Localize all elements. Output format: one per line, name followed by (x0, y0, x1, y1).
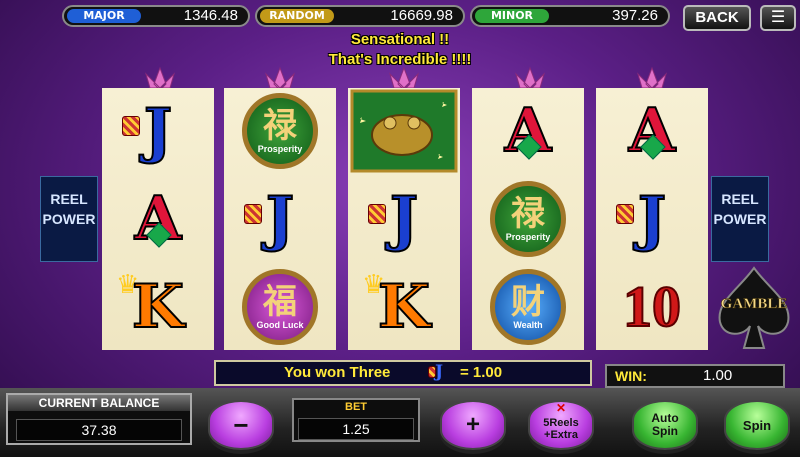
j-symbol-icon: J (428, 362, 446, 382)
medal-caption: Prosperity (257, 143, 303, 154)
good-luck-medal-icon: 福 Good Luck (242, 269, 318, 345)
crown-icon: ♛ (116, 270, 140, 300)
jackpot-major: MAJOR 1346.48 (62, 5, 250, 27)
reel-power-line1: REEL (50, 191, 88, 207)
win-line-message: You won Three J = 1.00 (214, 360, 592, 386)
back-button[interactable]: BACK (683, 5, 751, 31)
win-line-symbol: J (435, 362, 444, 382)
symbol-j: J (102, 88, 214, 174)
reel-4: A 禄 Prosperity 财 Wealth (472, 88, 584, 350)
auto-spin-button[interactable]: Auto Spin (632, 400, 698, 450)
medal-glyph: 禄 (511, 193, 545, 234)
jackpot-minor-value: 397.26 (612, 7, 658, 24)
reels-extra-button[interactable]: ✕ 5Reels +Extra (528, 400, 594, 450)
win-label: WIN: (615, 368, 647, 384)
symbol-letter: K (131, 272, 185, 342)
symbol-a: A (596, 88, 708, 174)
bet-panel: BET 1.25 (292, 398, 420, 442)
symbol-j: J (348, 176, 460, 262)
reel-power-line2: POWER (713, 211, 767, 227)
medal-caption: Good Luck (256, 319, 304, 330)
symbol-ten: 10 (596, 264, 708, 350)
reel-2: 禄 Prosperity J 福 Good Luck (224, 88, 336, 350)
crown-icon: ♛ (362, 270, 386, 300)
symbol-letter: 10 (622, 274, 682, 339)
win-message-line1: Sensational !! (350, 31, 450, 48)
medal-glyph: 福 (263, 281, 297, 322)
balance-label: CURRENT BALANCE (8, 395, 190, 411)
medal-caption: Wealth (513, 319, 543, 330)
reel-power-logo-right: REEL POWER (711, 176, 769, 262)
medal-glyph: 禄 (263, 105, 297, 146)
jackpot-minor-label: MINOR (475, 9, 549, 23)
symbol-prosperity: 禄 Prosperity (224, 88, 336, 174)
golden-frog-icon (350, 89, 458, 173)
reel-3: J ♛ K (348, 88, 460, 350)
symbol-a: A (472, 88, 584, 174)
win-line-amount: = 1.00 (460, 364, 503, 381)
jackpot-random-label: RANDOM (260, 9, 334, 23)
spin-button[interactable]: Spin (724, 400, 790, 450)
gamble-button[interactable]: GAMBLE (708, 262, 800, 352)
reel-power-line1: REEL (721, 191, 759, 207)
symbol-j: J (224, 176, 336, 262)
win-display: WIN: 1.00 (605, 364, 785, 388)
jackpot-minor: MINOR 397.26 (470, 5, 670, 27)
wealth-medal-icon: 财 Wealth (490, 269, 566, 345)
balance-panel: CURRENT BALANCE 37.38 (6, 393, 192, 445)
balance-value: 37.38 (16, 419, 182, 441)
shield-icon (122, 116, 140, 136)
win-value: 1.00 (703, 367, 733, 384)
gamble-label: GAMBLE (720, 296, 788, 313)
symbol-letter: J (637, 184, 667, 254)
jackpot-major-label: MAJOR (67, 9, 141, 23)
medal-glyph: 财 (511, 281, 545, 322)
close-icon: ✕ (555, 401, 567, 415)
bet-increase-button[interactable]: + (440, 400, 506, 450)
shield-icon (244, 204, 262, 224)
prosperity-medal-icon: 禄 Prosperity (490, 181, 566, 257)
symbol-letter: K (377, 272, 431, 342)
symbol-letter: J (143, 96, 173, 166)
hamburger-menu-icon[interactable]: ☰ (760, 5, 796, 31)
bet-label: BET (345, 401, 367, 413)
bet-value: 1.25 (298, 418, 414, 440)
jackpot-major-value: 1346.48 (183, 7, 238, 24)
reel-5: A J 10 (596, 88, 708, 350)
symbol-j: J (596, 176, 708, 262)
reel-1: J A ♛ K (102, 88, 214, 350)
win-line-prefix: You won Three (284, 364, 391, 381)
reels-extra-label: 5Reels +Extra (543, 417, 579, 441)
symbol-golden-frog (348, 88, 460, 174)
symbol-letter: J (265, 184, 295, 254)
symbol-k: ♛ K (348, 264, 460, 350)
shield-icon (616, 204, 634, 224)
symbol-k: ♛ K (102, 264, 214, 350)
shield-icon (368, 204, 386, 224)
symbol-prosperity: 禄 Prosperity (472, 176, 584, 262)
reel-power-line2: POWER (42, 211, 96, 227)
symbol-wealth: 财 Wealth (472, 264, 584, 350)
jackpot-random: RANDOM 16669.98 (255, 5, 465, 27)
symbol-good-luck: 福 Good Luck (224, 264, 336, 350)
jackpot-random-value: 16669.98 (390, 7, 453, 24)
medal-caption: Prosperity (505, 231, 551, 242)
reel-power-logo-left: REEL POWER (40, 176, 98, 262)
jackpot-bar: MAJOR 1346.48 RANDOM 16669.98 MINOR 397.… (0, 0, 800, 34)
prosperity-medal-icon: 禄 Prosperity (242, 93, 318, 169)
auto-spin-label: Auto Spin (651, 411, 679, 438)
symbol-a: A (102, 176, 214, 262)
symbol-letter: J (389, 184, 419, 254)
bet-decrease-button[interactable]: − (208, 400, 274, 450)
